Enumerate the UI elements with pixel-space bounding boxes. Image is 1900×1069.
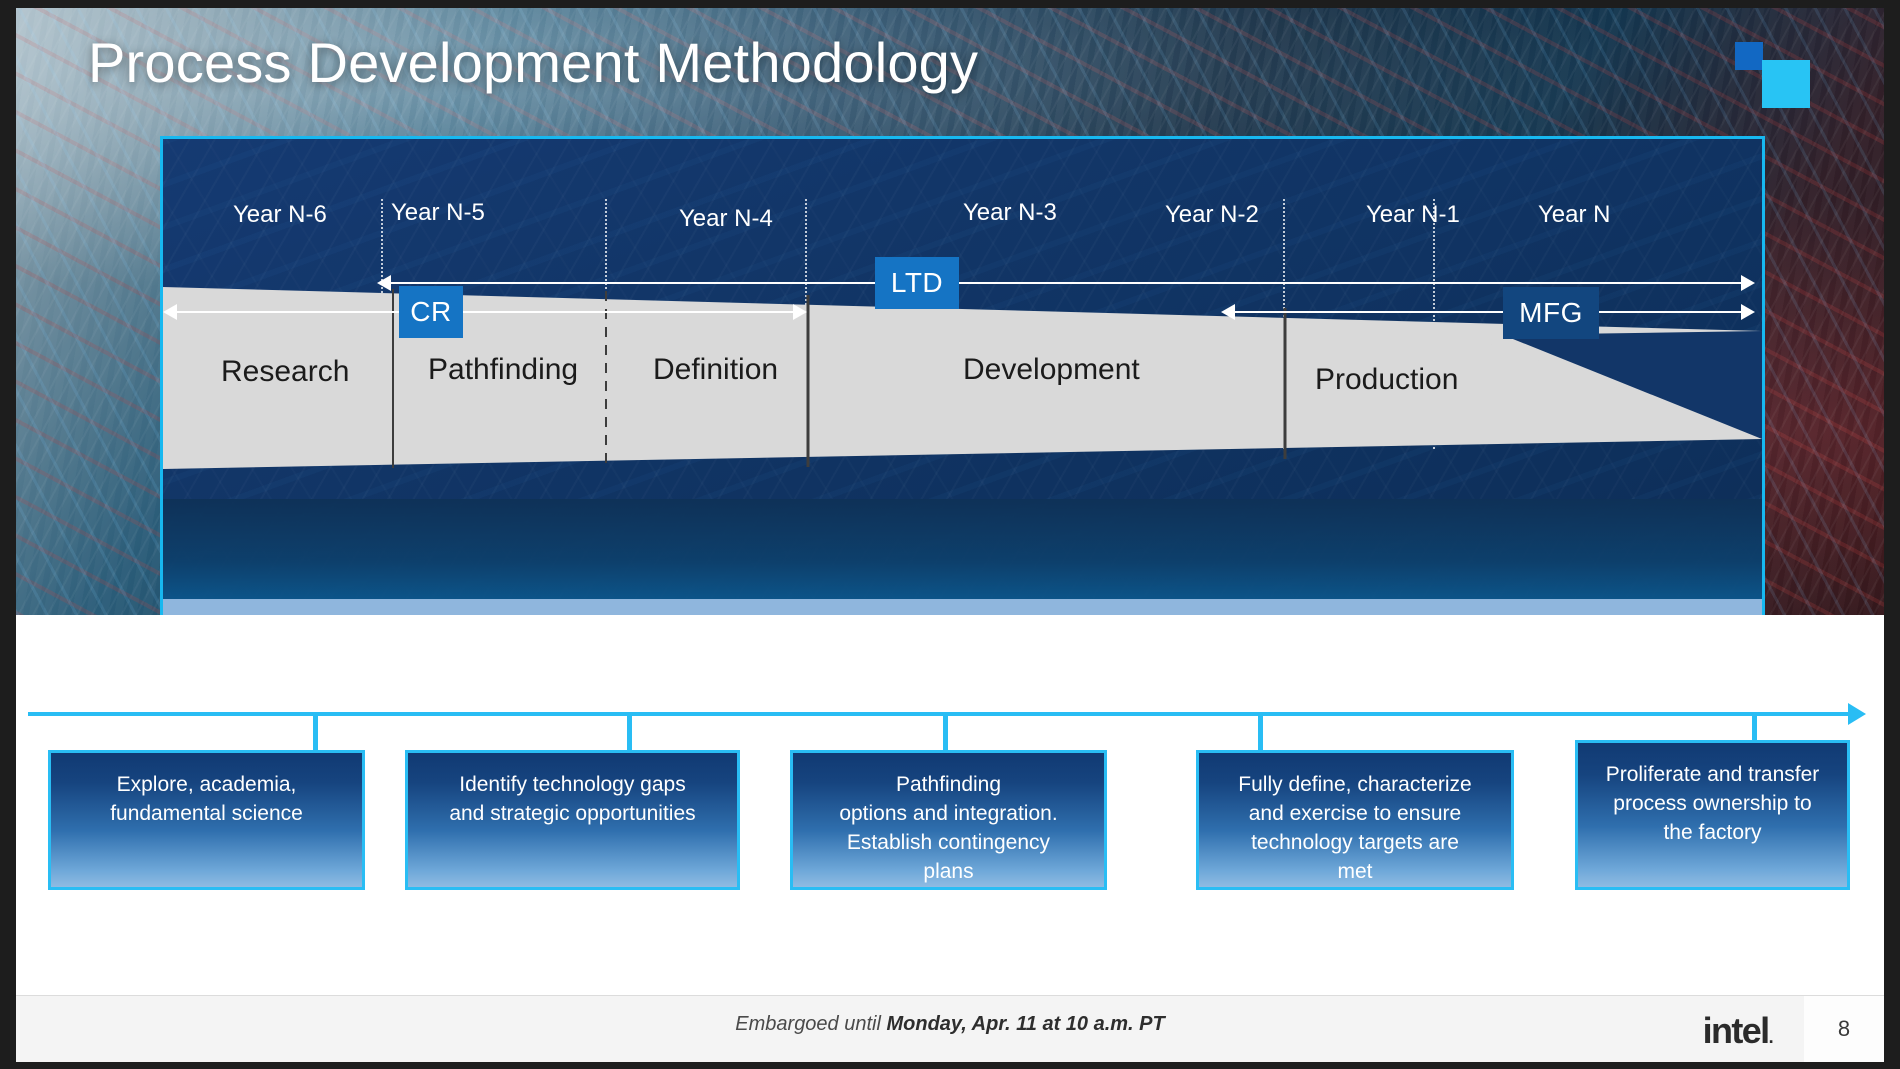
methodology-diagram-panel: Year N-6 Year N-5 Year N-4 Year N-3 Year… (160, 136, 1765, 652)
description-box-pathfinding[interactable]: Identify technology gaps and strategic o… (405, 750, 740, 890)
cr-arrow-head-right (793, 304, 807, 320)
decorative-square-cyan (1762, 60, 1810, 108)
tag-cr: CR (399, 286, 463, 338)
mfg-arrow-head-right (1741, 304, 1755, 320)
description-text: Pathfinding options and integration. Est… (839, 773, 1058, 883)
description-text: Proliferate and transfer process ownersh… (1605, 763, 1820, 844)
stage-label-definition: Definition (653, 353, 779, 386)
decorative-square-dark (1735, 42, 1763, 70)
description-text: Explore, academia, fundamental science (110, 773, 303, 825)
page-number: 8 (1804, 996, 1884, 1062)
description-text: Identify technology gaps and strategic o… (449, 773, 696, 825)
embargo-date: Monday, Apr. 11 at 10 a.m. PT (886, 1013, 1165, 1035)
mfg-arrow-line (1233, 311, 1749, 313)
ltd-arrow-line (389, 282, 1749, 284)
year-label-n1: Year N-1 (1366, 201, 1460, 228)
description-box-production[interactable]: Proliferate and transfer process ownersh… (1575, 740, 1850, 890)
intel-registered-dot: . (1768, 1027, 1774, 1047)
description-box-definition[interactable]: Pathfinding options and integration. Est… (790, 750, 1107, 890)
year-label-n3: Year N-3 (963, 199, 1057, 226)
year-label-n6: Year N-6 (233, 201, 327, 228)
page-title: Process Development Methodology (88, 31, 979, 94)
slide-root: Process Development Methodology Year N-6… (0, 0, 1900, 1069)
year-label-n2: Year N-2 (1165, 201, 1259, 228)
cr-arrow-line (175, 311, 805, 313)
mfg-arrow-head-left (1221, 304, 1235, 320)
stage-label-production: Production (1315, 363, 1459, 396)
ltd-arrow-head-left (377, 275, 391, 291)
ltd-arrow-head-right (1741, 275, 1755, 291)
year-label-n5: Year N-5 (391, 199, 485, 226)
slide-footer: Embargoed until Monday, Apr. 11 at 10 a.… (16, 995, 1884, 1062)
stage-label-development: Development (963, 353, 1140, 386)
tag-ltd: LTD (875, 257, 959, 309)
cr-arrow-head-left (163, 304, 177, 320)
connector-spine (28, 712, 1850, 716)
stage-label-research: Research (221, 355, 350, 388)
connector-arrow-head (1848, 703, 1866, 725)
tag-mfg: MFG (1503, 287, 1599, 339)
description-box-development[interactable]: Fully define, characterize and exercise … (1196, 750, 1514, 890)
year-label-n: Year N (1538, 201, 1611, 228)
embargo-notice: Embargoed until Monday, Apr. 11 at 10 a.… (16, 1013, 1884, 1036)
intel-wordmark: intel (1702, 1010, 1771, 1051)
description-box-research[interactable]: Explore, academia, fundamental science (48, 750, 365, 890)
year-label-n4: Year N-4 (679, 205, 773, 232)
intel-logo: intel. (1702, 1010, 1774, 1052)
embargo-prefix: Embargoed until (735, 1013, 887, 1035)
description-text: Fully define, characterize and exercise … (1238, 773, 1472, 883)
stage-label-pathfinding: Pathfinding (428, 353, 579, 386)
